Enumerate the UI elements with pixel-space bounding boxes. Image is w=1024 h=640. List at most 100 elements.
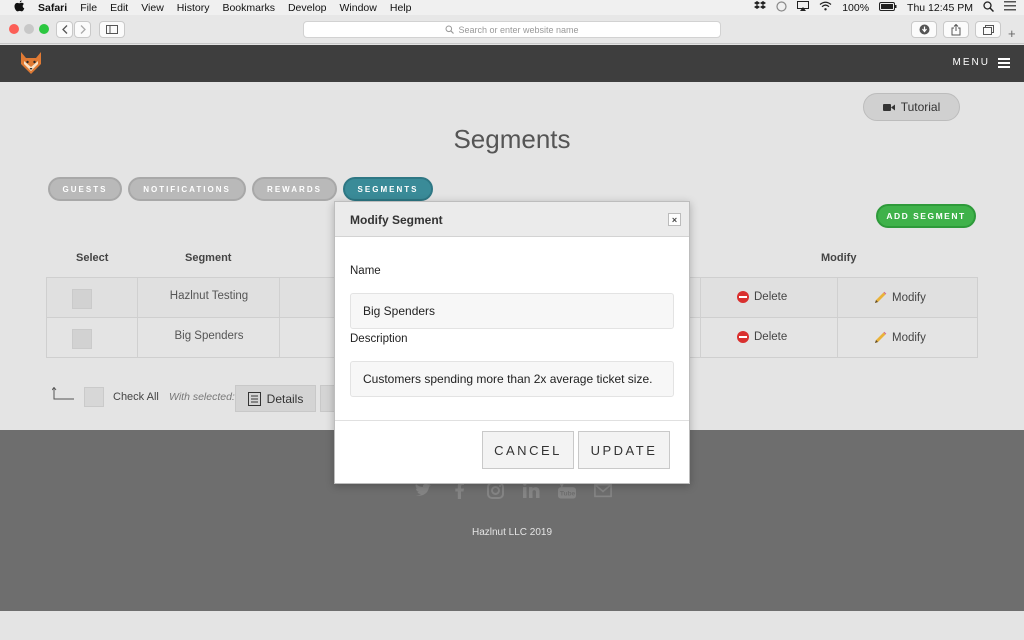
sidebar-toggle-button[interactable] bbox=[99, 21, 125, 38]
menu-view[interactable]: View bbox=[141, 2, 164, 14]
airplay-icon[interactable] bbox=[797, 1, 810, 14]
address-placeholder: Search or enter website name bbox=[458, 24, 579, 35]
chevron-left-icon bbox=[61, 25, 67, 34]
chevron-right-icon bbox=[80, 25, 86, 34]
delete-button[interactable]: Delete bbox=[737, 291, 787, 303]
menu-develop[interactable]: Develop bbox=[288, 2, 327, 14]
dialog-footer-divider bbox=[335, 420, 689, 421]
page-bottom-strip bbox=[0, 611, 1024, 640]
name-label: Name bbox=[350, 265, 381, 277]
column-divider bbox=[137, 318, 138, 358]
column-header-modify: Modify bbox=[821, 252, 857, 264]
row-select-checkbox[interactable] bbox=[72, 289, 92, 309]
column-header-segment: Segment bbox=[185, 252, 232, 264]
dropbox-icon[interactable] bbox=[754, 1, 767, 14]
menu-app-name[interactable]: Safari bbox=[38, 2, 67, 14]
modify-label: Modify bbox=[892, 291, 926, 304]
apple-icon[interactable] bbox=[14, 0, 26, 15]
modify-label: Modify bbox=[892, 331, 926, 344]
download-icon bbox=[919, 24, 929, 35]
back-button[interactable] bbox=[56, 21, 73, 38]
details-label: Details bbox=[266, 391, 304, 406]
tabs-icon bbox=[982, 24, 994, 35]
dialog-header: Modify Segment × bbox=[335, 202, 689, 237]
description-label: Description bbox=[350, 333, 408, 345]
zoom-window-button[interactable] bbox=[39, 24, 49, 34]
tutorial-button[interactable]: Tutorial bbox=[863, 93, 960, 121]
app-header: MENU bbox=[0, 45, 1024, 82]
search-icon bbox=[445, 25, 455, 34]
tab-rewards[interactable]: REWARDS bbox=[252, 177, 337, 201]
tutorial-label: Tutorial bbox=[900, 100, 941, 114]
fox-logo-icon[interactable] bbox=[20, 51, 42, 75]
update-button[interactable]: UPDATE bbox=[578, 431, 670, 469]
row-select-checkbox[interactable] bbox=[72, 329, 92, 349]
modify-button[interactable]: Modify bbox=[874, 291, 926, 304]
battery-icon[interactable] bbox=[879, 1, 897, 14]
add-segment-button[interactable]: ADD SEGMENT bbox=[876, 204, 976, 228]
copyright-text: Hazlnut LLC 2019 bbox=[471, 527, 553, 538]
main-menu-button[interactable]: MENU bbox=[953, 57, 1010, 68]
browser-toolbar: Search or enter website name + bbox=[0, 15, 1024, 44]
check-all-checkbox[interactable] bbox=[84, 387, 104, 407]
segment-description-input[interactable]: Customers spending more than 2x average … bbox=[350, 361, 674, 397]
modify-segment-dialog: Modify Segment × Name Big Spenders Descr… bbox=[334, 201, 690, 484]
close-window-button[interactable] bbox=[9, 24, 19, 34]
wifi-icon[interactable] bbox=[819, 1, 832, 14]
mac-menubar: Safari File Edit View History Bookmarks … bbox=[0, 0, 1024, 15]
delete-button[interactable]: Delete bbox=[737, 331, 787, 343]
svg-text:Tube: Tube bbox=[560, 490, 576, 497]
modify-button[interactable]: Modify bbox=[874, 331, 926, 344]
address-bar[interactable]: Search or enter website name bbox=[303, 21, 721, 38]
moon-icon[interactable] bbox=[776, 0, 787, 15]
new-tab-plus-icon[interactable]: + bbox=[1008, 26, 1016, 41]
column-divider bbox=[700, 318, 701, 358]
section-tabs: GUESTS NOTIFICATIONS REWARDS SEGMENTS bbox=[48, 177, 433, 201]
column-divider bbox=[279, 278, 280, 317]
with-selected-label: With selected: bbox=[169, 391, 235, 403]
column-divider bbox=[837, 318, 838, 358]
delete-icon bbox=[737, 291, 749, 303]
cancel-button[interactable]: CANCEL bbox=[482, 431, 574, 469]
tab-segments[interactable]: SEGMENTS bbox=[343, 177, 433, 201]
column-divider bbox=[837, 278, 838, 317]
segment-name-input[interactable]: Big Spenders bbox=[350, 293, 674, 329]
forward-button[interactable] bbox=[74, 21, 91, 38]
page-title: Segments bbox=[453, 124, 571, 154]
notification-center-icon[interactable] bbox=[1004, 1, 1016, 14]
close-icon[interactable]: × bbox=[668, 213, 681, 226]
column-divider bbox=[137, 278, 138, 317]
arrow-up-right-icon bbox=[52, 387, 74, 400]
column-divider bbox=[700, 278, 701, 317]
menu-window[interactable]: Window bbox=[340, 2, 377, 14]
hamburger-icon bbox=[998, 57, 1010, 68]
tab-notifications[interactable]: NOTIFICATIONS bbox=[128, 177, 246, 201]
menu-label: MENU bbox=[952, 57, 990, 68]
menu-history[interactable]: History bbox=[177, 2, 210, 14]
clock[interactable]: Thu 12:45 PM bbox=[907, 2, 973, 14]
menu-bookmarks[interactable]: Bookmarks bbox=[222, 2, 275, 14]
minimize-window-button[interactable] bbox=[24, 24, 34, 34]
tabs-overview-button[interactable] bbox=[975, 21, 1001, 38]
delete-icon bbox=[737, 331, 749, 343]
dialog-title: Modify Segment bbox=[350, 213, 443, 227]
column-header-select: Select bbox=[76, 252, 109, 264]
share-button[interactable] bbox=[943, 21, 969, 38]
check-all-label[interactable]: Check All bbox=[113, 391, 159, 403]
pencil-icon bbox=[875, 291, 887, 303]
tab-guests[interactable]: GUESTS bbox=[48, 177, 122, 201]
delete-label: Delete bbox=[754, 331, 788, 343]
spotlight-icon[interactable] bbox=[983, 0, 995, 15]
delete-label: Delete bbox=[754, 291, 788, 303]
sidebar-icon bbox=[106, 25, 118, 34]
battery-percent: 100% bbox=[842, 1, 870, 14]
column-divider bbox=[279, 318, 280, 358]
menu-help[interactable]: Help bbox=[390, 2, 412, 14]
menu-edit[interactable]: Edit bbox=[110, 2, 128, 14]
downloads-button[interactable] bbox=[911, 21, 937, 38]
list-icon bbox=[247, 391, 261, 406]
segment-name-cell: Big Spenders bbox=[174, 330, 244, 342]
menu-file[interactable]: File bbox=[80, 2, 97, 14]
details-button[interactable]: Details bbox=[235, 385, 316, 412]
pencil-icon bbox=[875, 331, 887, 343]
